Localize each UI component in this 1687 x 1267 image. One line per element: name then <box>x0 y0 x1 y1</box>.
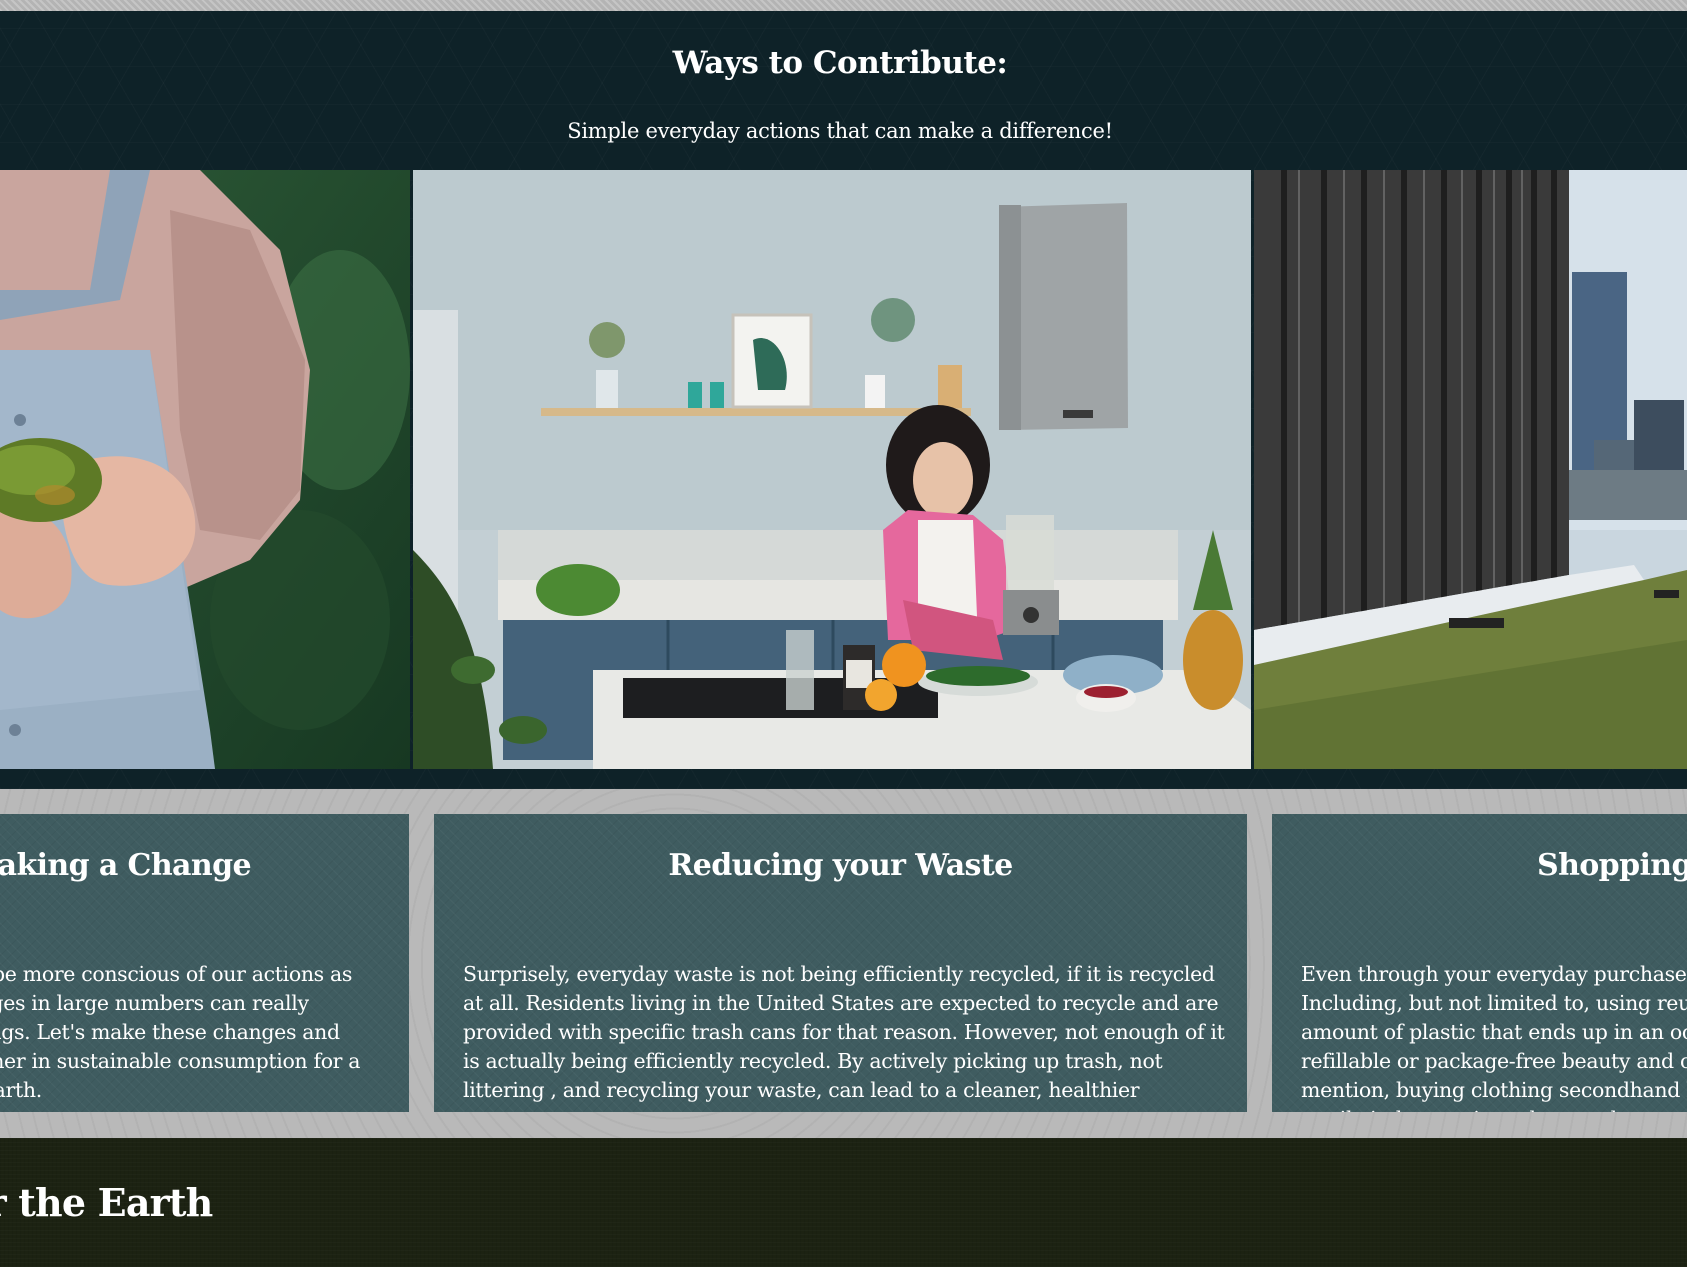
photo-person-fruit <box>0 170 410 769</box>
contribute-subtitle: Simple everyday actions that can make a … <box>567 119 1113 143</box>
photo-kitchen <box>413 170 1251 769</box>
kitchen-image <box>413 170 1251 769</box>
contribute-section: Ways to Contribute: Simple everyday acti… <box>0 11 1687 789</box>
card-making-change: Making a Change We should be more consci… <box>0 814 409 1112</box>
top-texture-strip <box>0 0 1687 11</box>
card-reducing-waste: Reducing your Waste Surprisely, everyday… <box>434 814 1247 1112</box>
person-fruit-image <box>0 170 410 769</box>
card-shopping-sustainably: Shopping Sustainably Even through your e… <box>1272 814 1687 1112</box>
green-roof-image <box>1254 170 1687 769</box>
contribute-title: Ways to Contribute: <box>672 45 1008 81</box>
card-title: Shopping Sustainably <box>1537 848 1687 883</box>
card-text: Even through your everyday purchases can… <box>1301 962 1687 1112</box>
card-title: Reducing your Waste <box>668 848 1013 883</box>
for-the-earth-section: For the Earth <box>0 1138 1687 1267</box>
contribution-cards-band: Making a Change We should be more consci… <box>0 789 1687 1138</box>
page: Ways to Contribute: Simple everyday acti… <box>0 0 1687 1267</box>
photo-green-roof <box>1254 170 1687 769</box>
card-text: Surprisely, everyday waste is not being … <box>463 962 1225 1112</box>
card-text: We should be more conscious of our actio… <box>0 962 361 1102</box>
card-title: Making a Change <box>0 848 252 883</box>
section-title: For the Earth <box>0 1180 213 1225</box>
